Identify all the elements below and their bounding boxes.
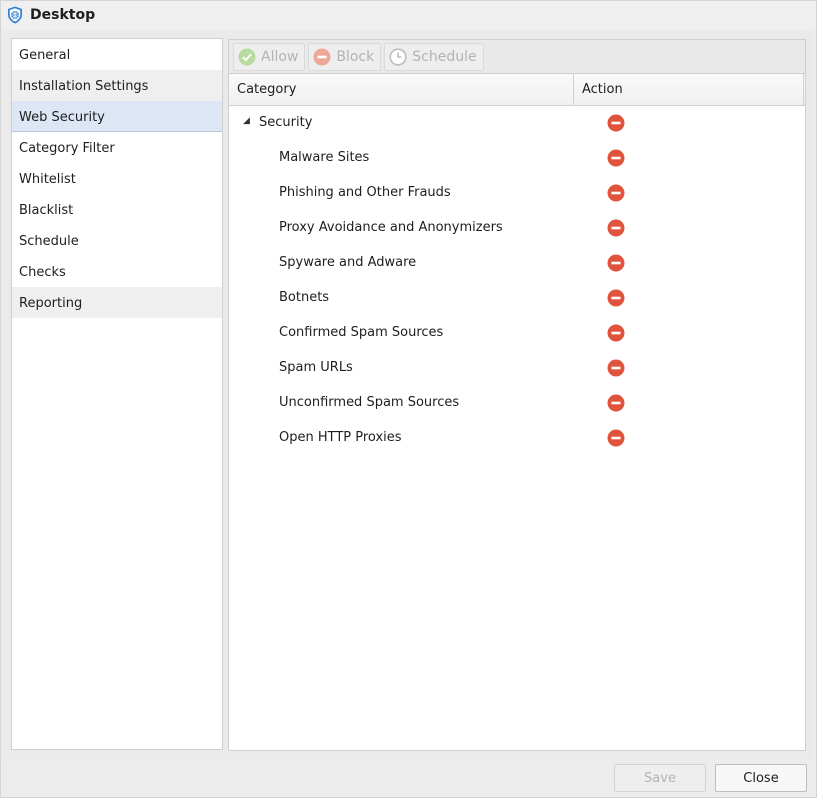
block-button-label: Block: [336, 48, 375, 65]
minus-circle-icon: [313, 48, 331, 65]
sidebar-item-installation-settings[interactable]: Installation Settings: [12, 70, 222, 101]
block-icon[interactable]: [607, 114, 625, 132]
block-button[interactable]: Block: [308, 42, 382, 71]
table-row[interactable]: Phishing and Other Frauds: [229, 176, 805, 211]
web-security-panel: Allow Block Schedule Category Action ◢ S…: [228, 39, 806, 751]
window-title: Desktop: [30, 7, 96, 23]
row-label: Spyware and Adware: [279, 255, 417, 270]
block-icon[interactable]: [607, 254, 625, 272]
settings-window: Desktop General Installation Settings We…: [0, 0, 817, 798]
schedule-button[interactable]: Schedule: [384, 42, 484, 71]
sidebar-item-general[interactable]: General: [12, 39, 222, 70]
column-header-action[interactable]: Action: [574, 74, 804, 105]
block-icon[interactable]: [607, 324, 625, 342]
sidebar-item-checks[interactable]: Checks: [12, 256, 222, 287]
row-label: Phishing and Other Frauds: [279, 185, 451, 200]
save-button[interactable]: Save: [614, 764, 706, 792]
block-icon[interactable]: [607, 429, 625, 447]
row-label: Proxy Avoidance and Anonymizers: [279, 220, 503, 235]
allow-button-label: Allow: [261, 48, 299, 65]
close-button[interactable]: Close: [715, 764, 807, 792]
clock-icon: [389, 47, 407, 66]
row-label: Botnets: [279, 290, 330, 305]
table-row[interactable]: Spyware and Adware: [229, 246, 805, 281]
table-row[interactable]: Unconfirmed Spam Sources: [229, 386, 805, 421]
block-icon[interactable]: [607, 394, 625, 412]
collapse-triangle-icon[interactable]: ◢: [243, 116, 250, 126]
row-label: Malware Sites: [279, 150, 370, 165]
tree-row-security[interactable]: ◢ Security: [229, 106, 805, 141]
settings-sidebar: General Installation Settings Web Securi…: [11, 38, 223, 750]
sidebar-item-category-filter[interactable]: Category Filter: [12, 132, 222, 163]
allow-button[interactable]: Allow: [233, 42, 306, 71]
sidebar-item-blacklist[interactable]: Blacklist: [12, 194, 222, 225]
sidebar-item-whitelist[interactable]: Whitelist: [12, 163, 222, 194]
toolbar: Allow Block Schedule: [229, 40, 805, 74]
block-icon[interactable]: [607, 359, 625, 377]
shield-icon: [8, 6, 22, 24]
table-row[interactable]: Malware Sites: [229, 141, 805, 176]
dialog-footer: Save Close: [1, 759, 816, 797]
schedule-button-label: Schedule: [412, 48, 477, 65]
title-bar: Desktop: [1, 1, 816, 29]
block-icon[interactable]: [607, 289, 625, 307]
row-label: Confirmed Spam Sources: [279, 325, 444, 340]
table-row[interactable]: Spam URLs: [229, 351, 805, 386]
content-area: General Installation Settings Web Securi…: [4, 31, 813, 758]
row-label: Spam URLs: [279, 360, 353, 375]
sidebar-item-schedule[interactable]: Schedule: [12, 225, 222, 256]
table-row[interactable]: Confirmed Spam Sources: [229, 316, 805, 351]
sidebar-item-web-security[interactable]: Web Security: [12, 101, 222, 132]
block-icon[interactable]: [607, 184, 625, 202]
table-header: Category Action: [229, 74, 805, 106]
check-circle-icon: [238, 48, 256, 65]
column-header-category[interactable]: Category: [229, 74, 574, 105]
table-row[interactable]: Botnets: [229, 281, 805, 316]
category-tree: ◢ Security Malware Sites Phishing and Ot…: [229, 106, 805, 456]
row-label: Unconfirmed Spam Sources: [279, 395, 460, 410]
row-label: Open HTTP Proxies: [279, 430, 402, 445]
table-row[interactable]: Proxy Avoidance and Anonymizers: [229, 211, 805, 246]
sidebar-item-reporting[interactable]: Reporting: [12, 287, 222, 318]
table-row[interactable]: Open HTTP Proxies: [229, 421, 805, 456]
block-icon[interactable]: [607, 219, 625, 237]
row-label: Security: [259, 115, 313, 130]
block-icon[interactable]: [607, 149, 625, 167]
